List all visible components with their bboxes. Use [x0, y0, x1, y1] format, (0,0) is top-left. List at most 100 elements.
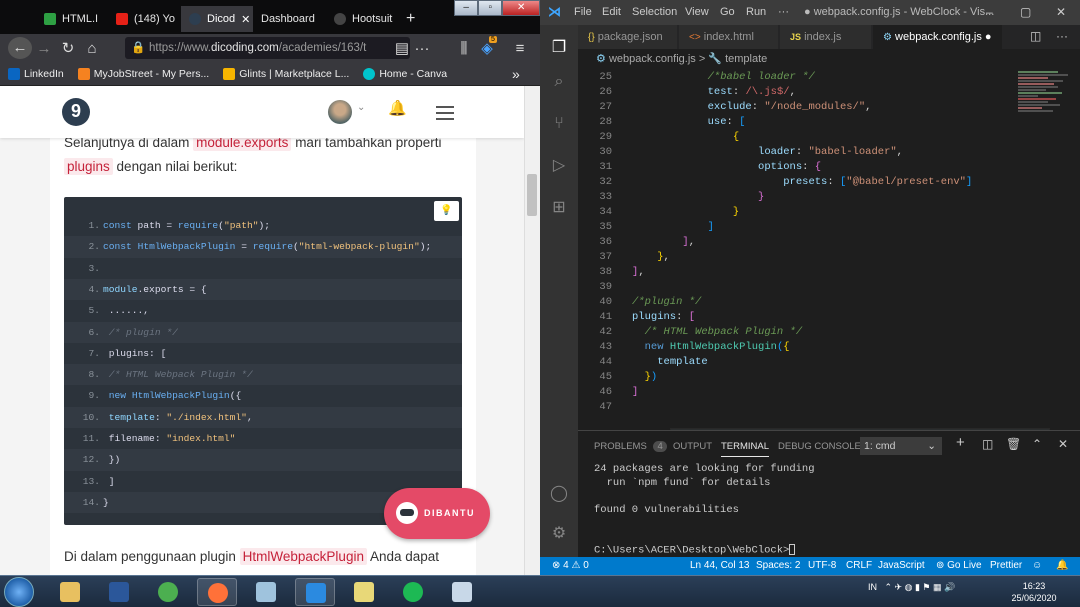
- new-tab-button[interactable]: +: [398, 6, 422, 32]
- tab-webpack-config[interactable]: ⚙ webpack.config.js ●: [873, 25, 1003, 49]
- more-actions-icon[interactable]: ···: [1056, 29, 1068, 43]
- unsaved-dot-icon[interactable]: ●: [985, 31, 992, 43]
- taskbar-word[interactable]: [99, 578, 139, 606]
- editor-line[interactable]: 46]: [578, 385, 1048, 400]
- bookmarks-more-icon[interactable]: »: [512, 66, 520, 82]
- bookmark-jobstreet[interactable]: MyJobStreet - My Pers...: [77, 67, 209, 80]
- editor-line[interactable]: 32 presets: ["@babel/preset-env"]: [578, 175, 1048, 190]
- taskbar-vscode[interactable]: [295, 578, 335, 606]
- menu-run[interactable]: Run: [746, 6, 766, 18]
- editor-line[interactable]: 44 template: [578, 355, 1048, 370]
- editor-line[interactable]: 25 /*babel loader */: [578, 70, 1048, 85]
- search-icon[interactable]: ⌕: [549, 73, 569, 93]
- editor-line[interactable]: 47: [578, 400, 1048, 415]
- start-button[interactable]: [4, 577, 34, 607]
- status-cursor-position[interactable]: Ln 44, Col 13: [690, 560, 750, 571]
- close-panel-icon[interactable]: ✕: [1058, 437, 1068, 451]
- clock[interactable]: 16:23 25/06/2020: [1008, 580, 1060, 604]
- close-window-button[interactable]: ✕: [1056, 5, 1066, 19]
- tab-index-html[interactable]: <> index.html: [679, 25, 779, 49]
- tab-debug-console[interactable]: DEBUG CONSOLE: [778, 441, 861, 452]
- menu-file[interactable]: File: [574, 6, 592, 18]
- editor-line[interactable]: 35 ]: [578, 220, 1048, 235]
- menu-edit[interactable]: Edit: [602, 6, 621, 18]
- tab-output[interactable]: OUTPUT: [673, 441, 712, 452]
- editor-line[interactable]: 30 loader: "babel-loader",: [578, 145, 1048, 160]
- editor-line[interactable]: 26 test: /\.js$/,: [578, 85, 1048, 100]
- explorer-icon[interactable]: ❐: [549, 37, 569, 57]
- menu-icon[interactable]: ≡: [508, 40, 532, 57]
- tab-html[interactable]: HTML.I: [36, 6, 108, 32]
- library-icon[interactable]: ⫼: [452, 40, 476, 57]
- split-editor-icon[interactable]: ◫: [1030, 29, 1041, 43]
- editor-line[interactable]: 38],: [578, 265, 1048, 280]
- bookmark-glints[interactable]: Glints | Marketplace L...: [223, 67, 349, 80]
- taskbar-firefox[interactable]: [197, 578, 237, 606]
- editor-line[interactable]: 33 }: [578, 190, 1048, 205]
- breadcrumb-symbol[interactable]: template: [725, 53, 767, 65]
- tray-icons[interactable]: ⌃ ✈ ◍ ▮ ⚑ ▦ 🔊: [885, 582, 956, 592]
- editor-line[interactable]: 39: [578, 280, 1048, 295]
- editor-line[interactable]: 40/*plugin */: [578, 295, 1048, 310]
- editor-line[interactable]: 31 options: {: [578, 160, 1048, 175]
- editor-line[interactable]: 28 use: [: [578, 115, 1048, 130]
- run-debug-icon[interactable]: ▷: [549, 155, 569, 175]
- editor-line[interactable]: 27 exclude: "/node_modules/",: [578, 100, 1048, 115]
- source-control-icon[interactable]: ⑂: [549, 115, 569, 135]
- editor-line[interactable]: 29 {: [578, 130, 1048, 145]
- scrollbar-thumb[interactable]: [527, 174, 537, 216]
- home-icon[interactable]: ⌂: [80, 40, 104, 57]
- editor-line[interactable]: 37 },: [578, 250, 1048, 265]
- dicoding-logo[interactable]: 9: [62, 98, 90, 126]
- terminal-select[interactable]: 1: cmd ⌄: [860, 437, 942, 455]
- tab-problems[interactable]: PROBLEMS 4: [594, 441, 667, 452]
- page-scrollbar[interactable]: [524, 86, 540, 575]
- status-language[interactable]: JavaScript: [878, 560, 925, 571]
- status-prettier[interactable]: Prettier: [990, 560, 1022, 571]
- status-encoding[interactable]: UTF-8: [808, 560, 836, 571]
- tab-index-js[interactable]: JS index.js: [780, 25, 872, 49]
- taskbar-paint[interactable]: [442, 578, 482, 606]
- minimize-button[interactable]: –: [454, 0, 479, 16]
- editor-line[interactable]: 36 ],: [578, 235, 1048, 250]
- account-icon[interactable]: ◯: [549, 483, 569, 503]
- taskbar-explorer[interactable]: [50, 578, 90, 606]
- hamburger-icon[interactable]: [436, 106, 454, 124]
- menu-selection[interactable]: Selection: [632, 6, 677, 18]
- minimize-button[interactable]: –: [986, 5, 993, 19]
- back-icon[interactable]: ←: [8, 37, 32, 59]
- split-terminal-icon[interactable]: ◫: [982, 437, 993, 451]
- taskbar-spotify[interactable]: [393, 578, 433, 606]
- bell-icon[interactable]: 🔔: [1056, 560, 1068, 571]
- chevron-down-icon[interactable]: ⌄: [357, 102, 365, 113]
- feedback-icon[interactable]: ☺: [1032, 560, 1042, 571]
- close-window-button[interactable]: ✕: [502, 0, 540, 16]
- more-actions-icon[interactable]: ···: [410, 40, 434, 57]
- dibantu-chat-button[interactable]: DIBANTU: [384, 488, 490, 539]
- menu-more[interactable]: ···: [778, 6, 789, 18]
- gear-icon[interactable]: ⚙: [549, 523, 569, 543]
- tab-terminal[interactable]: TERMINAL: [721, 441, 770, 457]
- maximize-button[interactable]: ▫: [478, 0, 503, 16]
- close-tab-icon[interactable]: ✕: [241, 13, 250, 26]
- editor-line[interactable]: 41 plugins: [: [578, 310, 1048, 325]
- trash-icon[interactable]: 🗑: [1006, 437, 1021, 451]
- menu-view[interactable]: View: [685, 6, 709, 18]
- editor-line[interactable]: 45 }): [578, 370, 1048, 385]
- taskbar-chrome[interactable]: [148, 578, 188, 606]
- status-go-live[interactable]: ⊚ Go Live: [936, 560, 982, 571]
- status-problems[interactable]: ⊗ 4 ⚠ 0: [552, 560, 589, 571]
- tab-hootsuite[interactable]: Hootsuit: [326, 6, 398, 32]
- taskbar-notes[interactable]: [246, 578, 286, 606]
- reload-icon[interactable]: ↻: [56, 39, 80, 57]
- new-terminal-icon[interactable]: +: [956, 434, 965, 451]
- editor-line[interactable]: 42 /* HTML Webpack Plugin */: [578, 325, 1048, 340]
- menu-go[interactable]: Go: [720, 6, 735, 18]
- language-indicator[interactable]: IN: [868, 582, 877, 592]
- tab-youtube[interactable]: (148) Yo: [108, 6, 180, 32]
- avatar[interactable]: [328, 100, 352, 124]
- status-indentation[interactable]: Spaces: 2: [756, 560, 800, 571]
- editor-line[interactable]: 34 }: [578, 205, 1048, 220]
- chevron-up-icon[interactable]: ⌃: [1032, 437, 1042, 451]
- extensions-icon[interactable]: ⊞: [549, 197, 569, 217]
